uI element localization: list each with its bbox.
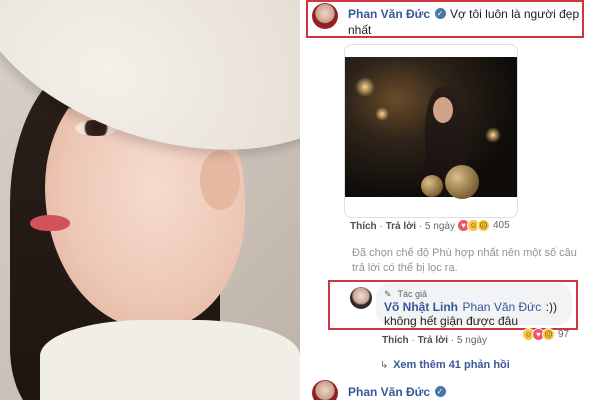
verified-icon: ✓ — [434, 8, 446, 20]
avatar[interactable] — [350, 287, 372, 309]
comment-time[interactable]: 5 ngày — [425, 221, 455, 232]
reaction-count: 405 — [493, 220, 510, 231]
sad-reaction-icon: ☹ — [542, 328, 555, 341]
pencil-icon: ✎ — [384, 289, 392, 299]
photo-collar — [40, 320, 300, 400]
reply-text-line2: không hết giận được đâu — [384, 314, 518, 328]
video-ball — [421, 175, 443, 197]
comment-reactions[interactable]: ♥ ☺ ☹ 405 — [457, 219, 510, 232]
reply-author[interactable]: Võ Nhật Linh — [384, 300, 458, 314]
photo-lips — [30, 215, 70, 231]
reply-time[interactable]: 5 ngày — [457, 335, 487, 346]
comment-author[interactable]: Phan Văn Đức — [348, 7, 430, 21]
video-face — [433, 97, 453, 123]
comment-actions: Thích · Trả lời · 5 ngày — [350, 221, 455, 232]
bokeh-light — [485, 127, 501, 143]
bokeh-light — [375, 107, 389, 121]
reply-link[interactable]: Trả lời — [386, 221, 416, 232]
reply-text-suffix: :)) — [545, 300, 557, 314]
like-link[interactable]: Thích — [382, 335, 409, 346]
reply-bubble: ✎ Tác giả Võ Nhật Linh Phan Văn Đức :)) … — [376, 283, 572, 328]
reply-link[interactable]: Trả lời — [418, 335, 448, 346]
reply-arrow-icon: ↳ — [380, 360, 389, 371]
comment-body: Phan Văn Đức ✓ Vợ tôi luôn là người đẹp … — [348, 6, 580, 38]
avatar[interactable] — [312, 380, 338, 400]
verified-icon: ✓ — [434, 386, 446, 398]
photo-ear — [200, 150, 240, 210]
comment-author[interactable]: Phan Văn Đức — [348, 385, 430, 399]
reply-text-line1: Võ Nhật Linh Phan Văn Đức :)) — [384, 300, 564, 314]
video-ball — [445, 165, 479, 199]
reaction-count: 97 — [558, 329, 570, 340]
view-more-link[interactable]: Xem thêm 41 phản hồi — [393, 359, 510, 371]
author-badge-row: ✎ Tác giả — [384, 287, 564, 300]
like-link[interactable]: Thích — [350, 221, 377, 232]
bokeh-light — [355, 77, 375, 97]
portrait-photo — [0, 0, 300, 400]
comment-body: Phan Văn Đức ✓ — [348, 384, 446, 400]
reply-actions: Thích · Trả lời · 5 ngày — [382, 335, 487, 346]
reply-reactions[interactable]: ☺ ♥ ☹ 97 — [522, 328, 569, 341]
sad-reaction-icon: ☹ — [477, 219, 490, 232]
view-more-row[interactable]: ↳ Xem thêm 41 phản hồi — [380, 359, 510, 371]
comment-video[interactable] — [344, 44, 518, 218]
reply-mention[interactable]: Phan Văn Đức — [462, 300, 541, 314]
comments-panel: Phan Văn Đức ✓ Vợ tôi luôn là người đẹp … — [300, 0, 600, 400]
video-frame — [345, 57, 517, 199]
filter-notice: Đã chọn chế độ Phù hợp nhất nên một số c… — [352, 247, 577, 274]
author-badge: Tác giả — [397, 289, 427, 299]
